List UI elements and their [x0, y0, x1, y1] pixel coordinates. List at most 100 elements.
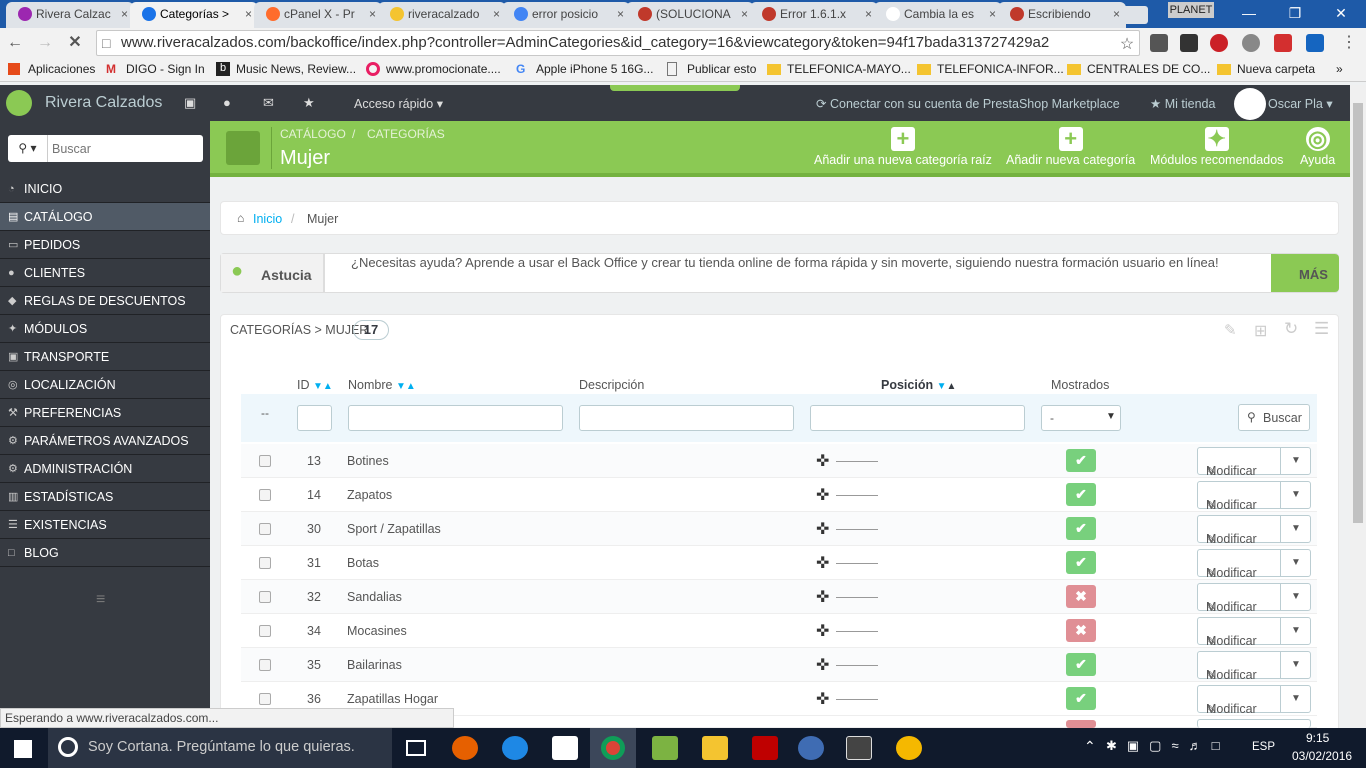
row-checkbox[interactable] — [259, 523, 271, 535]
table-row[interactable]: 35 Bailarinas ✜ ✔ ✎ Modificar ▼ — [241, 648, 1317, 683]
row-actions-dropdown-icon[interactable]: ▼ — [1280, 448, 1311, 474]
drag-handle-icon[interactable]: ✜ — [816, 485, 829, 505]
disabled-cross-icon[interactable]: ✖ — [1066, 585, 1096, 608]
browser-tab[interactable]: cPanel X - Pr × — [254, 2, 382, 28]
extension-icon[interactable] — [1150, 34, 1168, 52]
collapse-menu-icon[interactable]: ≡ — [96, 591, 105, 609]
minimize-icon[interactable]: — — [1226, 0, 1272, 28]
breadcrumb-categories[interactable]: CATEGORÍAS — [367, 127, 445, 141]
bookmark-folder[interactable]: TELEFONICA-MAYO... — [767, 62, 911, 76]
enabled-check-icon[interactable]: ✔ — [1066, 551, 1096, 574]
browser-tab[interactable]: error posicio × — [502, 2, 630, 28]
add-category-button[interactable]: + Añadir nueva categoría — [1006, 127, 1135, 168]
trophy-icon[interactable]: ★ — [303, 95, 315, 111]
tray-icons[interactable]: ✱▣▢≈♬□ — [1106, 738, 1229, 754]
sidebar-item-9[interactable]: ⚙ PARÁMETROS AVANZADOS — [0, 427, 210, 455]
breadcrumb-catalog[interactable]: CATÁLOGO — [280, 127, 346, 141]
search-type-dropdown[interactable]: ⚲ ▾ — [8, 135, 48, 162]
bookmark-folder[interactable]: TELEFONICA-INFOR... — [917, 62, 1064, 76]
refresh-icon[interactable]: ↻ — [1284, 319, 1306, 339]
row-actions-dropdown-icon[interactable]: ▼ — [1280, 516, 1311, 542]
drag-handle-icon[interactable]: ✜ — [816, 655, 829, 675]
sort-arrows-icon[interactable]: ▼▲ — [313, 381, 333, 392]
tab-close-icon[interactable]: × — [369, 2, 376, 26]
extension-icon[interactable] — [1180, 34, 1198, 52]
search-button[interactable]: ⚲ Buscar — [1238, 404, 1310, 431]
bookmark-item[interactable]: Aplicaciones — [8, 62, 95, 76]
tip-more-button[interactable]: MÁS — [1271, 254, 1339, 292]
close-window-icon[interactable]: ✕ — [1318, 0, 1364, 28]
bookmark-item[interactable]: www.promocionate.... — [366, 62, 501, 76]
scrollbar-thumb[interactable] — [1353, 103, 1363, 523]
bookmark-folder[interactable]: CENTRALES DE CO... — [1067, 62, 1210, 76]
bookmarks-overflow-icon[interactable]: » — [1336, 62, 1343, 76]
row-checkbox[interactable] — [259, 557, 271, 569]
row-checkbox[interactable] — [259, 625, 271, 637]
enabled-check-icon[interactable]: ✔ — [1066, 687, 1096, 710]
file-explorer-icon[interactable] — [702, 736, 728, 760]
url-field[interactable]: □ www.riveracalzados.com/backoffice/inde… — [96, 30, 1140, 56]
enabled-check-icon[interactable]: ✔ — [1066, 517, 1096, 540]
tab-close-icon[interactable]: × — [493, 2, 500, 26]
browser-tab[interactable]: Rivera Calzac × — [6, 2, 134, 28]
bookmark-folder[interactable]: Nueva carpeta — [1217, 62, 1315, 76]
language-indicator[interactable]: ESP — [1252, 741, 1275, 753]
user-menu[interactable]: Oscar Pla ▾ — [1268, 96, 1333, 111]
column-header-position[interactable]: Posición ▼▲ — [881, 378, 956, 392]
breadcrumb-home[interactable]: Inicio — [253, 212, 282, 226]
drag-handle-icon[interactable]: ✜ — [816, 553, 829, 573]
tab-close-icon[interactable]: × — [617, 2, 624, 26]
filter-name-input[interactable] — [348, 405, 563, 431]
edit-button[interactable]: ✎ Modificar ▼ — [1197, 549, 1311, 581]
prestashop-logo-icon[interactable] — [6, 90, 32, 116]
edit-button[interactable]: ✎ Modificar ▼ — [1197, 447, 1311, 479]
table-row[interactable]: 32 Sandalias ✜ ✖ ✎ Modificar ▼ — [241, 580, 1317, 615]
browser-tab[interactable]: Cambia la es × — [874, 2, 1002, 28]
extension-icon[interactable] — [1242, 34, 1260, 52]
row-actions-dropdown-icon[interactable]: ▼ — [1280, 482, 1311, 508]
edit-button[interactable] — [1197, 719, 1311, 728]
bookmark-item[interactable]: M DIGO - Sign In — [106, 62, 205, 76]
browser-tab[interactable]: Escribiendo × — [998, 2, 1126, 28]
drag-handle-icon[interactable]: ✜ — [816, 689, 829, 709]
sidebar-item-3[interactable]: ● CLIENTES — [0, 259, 210, 287]
search-input[interactable] — [52, 138, 197, 159]
browser-tab[interactable]: (SOLUCIONA × — [626, 2, 754, 28]
bookmark-item[interactable]: b Music News, Review... — [216, 62, 356, 76]
tab-close-icon[interactable]: × — [865, 2, 872, 26]
filter-description-input[interactable] — [579, 405, 794, 431]
disabled-cross-icon[interactable]: ✖ — [1066, 619, 1096, 642]
table-row[interactable]: 34 Mocasines ✜ ✖ ✎ Modificar ▼ — [241, 614, 1317, 649]
marketplace-link[interactable]: ⟳ Conectar con su cuenta de PrestaShop M… — [816, 96, 1120, 111]
sidebar-item-7[interactable]: ◎ LOCALIZACIÓN — [0, 371, 210, 399]
windows-start-icon[interactable] — [14, 740, 32, 758]
browser-tab[interactable]: riveracalzado × — [378, 2, 506, 28]
browser-tab[interactable]: Categorías > × — [130, 2, 258, 28]
enabled-check-icon[interactable]: ✔ — [1066, 653, 1096, 676]
drag-handle-icon[interactable]: ✜ — [816, 587, 829, 607]
table-row[interactable]: 31 Botas ✜ ✔ ✎ Modificar ▼ — [241, 546, 1317, 581]
tab-close-icon[interactable]: × — [989, 2, 996, 26]
task-view-icon[interactable] — [406, 740, 426, 756]
recommended-modules-button[interactable]: ✦ Módulos recomendados — [1150, 127, 1283, 168]
row-actions-dropdown-icon[interactable]: ▼ — [1280, 652, 1311, 678]
calculator-icon[interactable] — [846, 736, 872, 760]
help-button[interactable]: ◎ Ayuda — [1300, 127, 1335, 168]
back-icon[interactable]: ← — [4, 32, 26, 54]
drag-handle-icon[interactable]: ✜ — [816, 519, 829, 539]
sidebar-item-5[interactable]: ✦ MÓDULOS — [0, 315, 210, 343]
store-icon[interactable] — [552, 736, 578, 760]
chrome-icon[interactable] — [590, 728, 636, 768]
filezilla-icon[interactable] — [752, 736, 778, 760]
sidebar-item-8[interactable]: ⚒ PREFERENCIAS — [0, 399, 210, 427]
bookmark-item[interactable]: G Apple iPhone 5 16G... — [516, 62, 653, 76]
maximize-icon[interactable]: ❐ — [1272, 0, 1318, 28]
tab-close-icon[interactable]: × — [121, 2, 128, 26]
edit-button[interactable]: ✎ Modificar ▼ — [1197, 481, 1311, 513]
new-tab-button[interactable] — [1122, 6, 1148, 24]
sort-arrows-icon[interactable]: ▼▲ — [396, 381, 416, 392]
edit-button[interactable]: ✎ Modificar ▼ — [1197, 583, 1311, 615]
add-icon[interactable]: ⊞ — [1254, 321, 1276, 341]
column-header-id[interactable]: ID ▼▲ — [297, 378, 333, 392]
row-actions-dropdown-icon[interactable]: ▼ — [1280, 584, 1311, 610]
